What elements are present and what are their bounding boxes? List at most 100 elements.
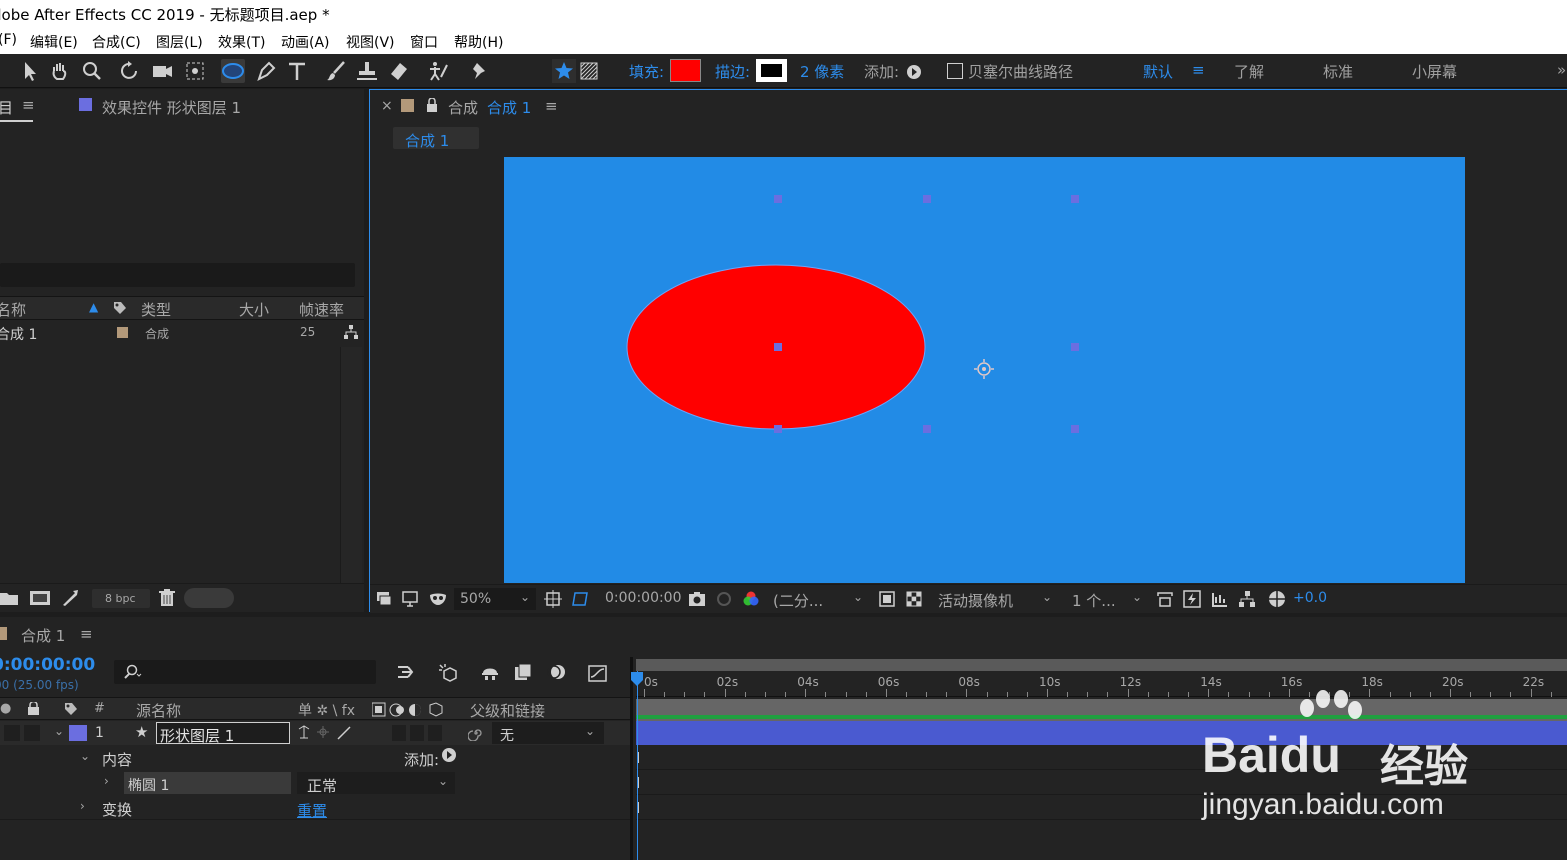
puppet-pin-tool-icon[interactable] — [467, 59, 491, 83]
col-name[interactable]: 名称 — [0, 299, 26, 320]
interpret-footage-icon[interactable] — [61, 589, 79, 607]
ellipse-tool-icon[interactable] — [221, 59, 245, 83]
expand-transform-icon[interactable]: › — [80, 799, 85, 813]
layer-duration-bar[interactable] — [636, 721, 1567, 745]
camera-tool-icon[interactable] — [150, 59, 174, 83]
workspace-menu-icon[interactable]: ≡ — [1192, 61, 1205, 79]
panel-menu-icon[interactable]: ≡ — [22, 96, 35, 114]
views-select[interactable]: 1 个... ⌄ — [1066, 588, 1148, 610]
menu-help[interactable]: 帮助(H) — [454, 32, 503, 52]
flowchart-icon[interactable] — [343, 324, 359, 340]
pick-whip-icon[interactable] — [468, 725, 484, 741]
workspace-learn[interactable]: 了解 — [1234, 61, 1264, 82]
col-size[interactable]: 大小 — [239, 299, 269, 320]
switch-box[interactable] — [410, 725, 424, 741]
work-area-bar[interactable] — [636, 659, 1567, 671]
text-tool-icon[interactable] — [285, 59, 309, 83]
trash-icon[interactable] — [159, 589, 175, 607]
timeline-tab[interactable]: 合成 1 — [21, 625, 65, 646]
tab-effect-controls[interactable]: 效果控件 形状图层 1 — [102, 97, 241, 118]
show-snapshot-icon[interactable] — [716, 591, 732, 607]
bpc-button[interactable]: 8 bpc — [92, 589, 150, 608]
time-ruler[interactable]: 0s 02s 04s 06s 08s 10s 12s 14s 16s 18s 20s 22s — [636, 671, 1567, 697]
layer-label-color[interactable] — [69, 725, 87, 741]
snapshot-icon[interactable] — [688, 591, 706, 607]
menu-effect[interactable]: 效果(T) — [218, 32, 265, 52]
expand-layer-icon[interactable]: ⌄ — [54, 724, 64, 738]
viewer-timecode[interactable]: 0:00:00:00 — [605, 590, 682, 606]
mask-visibility-icon[interactable] — [428, 591, 448, 607]
roto-brush-tool-icon[interactable] — [426, 59, 450, 83]
lock-column-icon[interactable] — [28, 702, 39, 715]
menu-file[interactable]: (F) — [0, 32, 17, 48]
menu-layer[interactable]: 图层(L) — [156, 32, 203, 52]
visibility-toggle[interactable] — [4, 725, 20, 741]
color-channels-icon[interactable] — [742, 590, 760, 608]
project-scrollbar[interactable] — [340, 347, 362, 583]
workspace-default[interactable]: 默认 — [1143, 61, 1173, 82]
label-column-icon[interactable] — [112, 300, 128, 316]
col-source-name[interactable]: 源名称 — [136, 700, 181, 721]
graph-editor-icon[interactable] — [588, 663, 608, 683]
menu-window[interactable]: 窗口 — [410, 32, 438, 52]
viewer-tab-name[interactable]: 合成 1 — [487, 97, 531, 118]
stroke-color-swatch[interactable] — [756, 59, 787, 82]
thumbnail-slider[interactable] — [184, 588, 234, 608]
lock-icon[interactable] — [426, 98, 438, 112]
zoom-select[interactable]: 50% ⌄ — [454, 588, 536, 610]
motion-blur-icon[interactable] — [547, 663, 567, 681]
fast-previews-icon[interactable] — [1183, 590, 1201, 608]
toggle-view-layout-icon[interactable] — [1156, 590, 1174, 608]
hand-tool-icon[interactable] — [48, 59, 72, 83]
expand-contents-icon[interactable]: ⌄ — [80, 749, 90, 763]
ellipse-name-field[interactable]: 椭圆 1 — [124, 772, 291, 794]
bezier-checkbox[interactable] — [947, 63, 963, 79]
playhead-icon[interactable] — [630, 671, 644, 687]
new-composition-icon[interactable] — [29, 589, 51, 607]
clone-stamp-tool-icon[interactable] — [355, 59, 379, 83]
workspace-small-screen[interactable]: 小屏幕 — [1412, 61, 1457, 82]
table-row[interactable]: › 椭圆 1 正常 ⌄ — [0, 771, 630, 795]
comp-mini-flowchart-icon[interactable] — [396, 663, 416, 681]
playhead-line[interactable] — [637, 671, 638, 860]
draft-3d-icon[interactable] — [438, 663, 458, 683]
workspace-overflow-icon[interactable]: » — [1557, 61, 1566, 79]
always-preview-icon[interactable] — [376, 591, 392, 607]
workspace-standard[interactable]: 标准 — [1323, 61, 1353, 82]
selection-tool-icon[interactable] — [18, 59, 42, 83]
table-row[interactable]: › 变换 重置 — [0, 796, 630, 820]
parent-select[interactable]: 无 ⌄ — [492, 722, 604, 744]
rotate-tool-icon[interactable] — [118, 59, 142, 83]
folder-icon[interactable] — [0, 590, 18, 606]
fill-label[interactable]: 填充: — [629, 61, 664, 82]
timeline-graph-area[interactable]: 0s 02s 04s 06s 08s 10s 12s 14s 16s 18s 20s 22s I I … — [631, 657, 1567, 860]
project-search-input[interactable] — [0, 263, 355, 287]
col-type[interactable]: 类型 — [141, 299, 171, 320]
stroke-label[interactable]: 描边: — [715, 61, 750, 82]
exposure-value[interactable]: +0.0 — [1293, 590, 1327, 606]
switch-box[interactable] — [392, 725, 406, 741]
timeline-divider[interactable] — [630, 657, 633, 860]
region-of-interest-icon[interactable] — [879, 591, 895, 607]
contents-add-icon[interactable] — [442, 748, 456, 762]
close-tab-icon[interactable]: × — [381, 98, 393, 114]
list-item[interactable]: 合成 1 合成 25 — [0, 322, 364, 343]
expand-ellipse-icon[interactable]: › — [104, 774, 109, 788]
stroke-width[interactable]: 2 像素 — [800, 61, 844, 82]
menu-animation[interactable]: 动画(A) — [281, 32, 330, 52]
timeline-menu-icon[interactable]: ≡ — [80, 625, 93, 643]
fill-color-swatch[interactable] — [670, 59, 701, 82]
menu-composition[interactable]: 合成(C) — [92, 32, 141, 52]
mask-mode-icon[interactable] — [577, 59, 601, 83]
current-time[interactable]: 0:00:00:00 — [0, 655, 95, 675]
frame-blending-icon[interactable] — [513, 663, 533, 681]
pan-behind-tool-icon[interactable] — [183, 59, 207, 83]
monitor-icon[interactable] — [402, 591, 418, 607]
timeline-search-input[interactable] — [114, 660, 376, 684]
composition-canvas[interactable] — [504, 157, 1465, 583]
shy-layers-icon[interactable] — [480, 663, 500, 681]
fit-frame-icon[interactable] — [544, 590, 562, 608]
reset-exposure-icon[interactable] — [1268, 590, 1286, 608]
add-arrow-icon[interactable] — [907, 65, 921, 79]
col-parent-link[interactable]: 父级和链接 — [470, 700, 545, 721]
